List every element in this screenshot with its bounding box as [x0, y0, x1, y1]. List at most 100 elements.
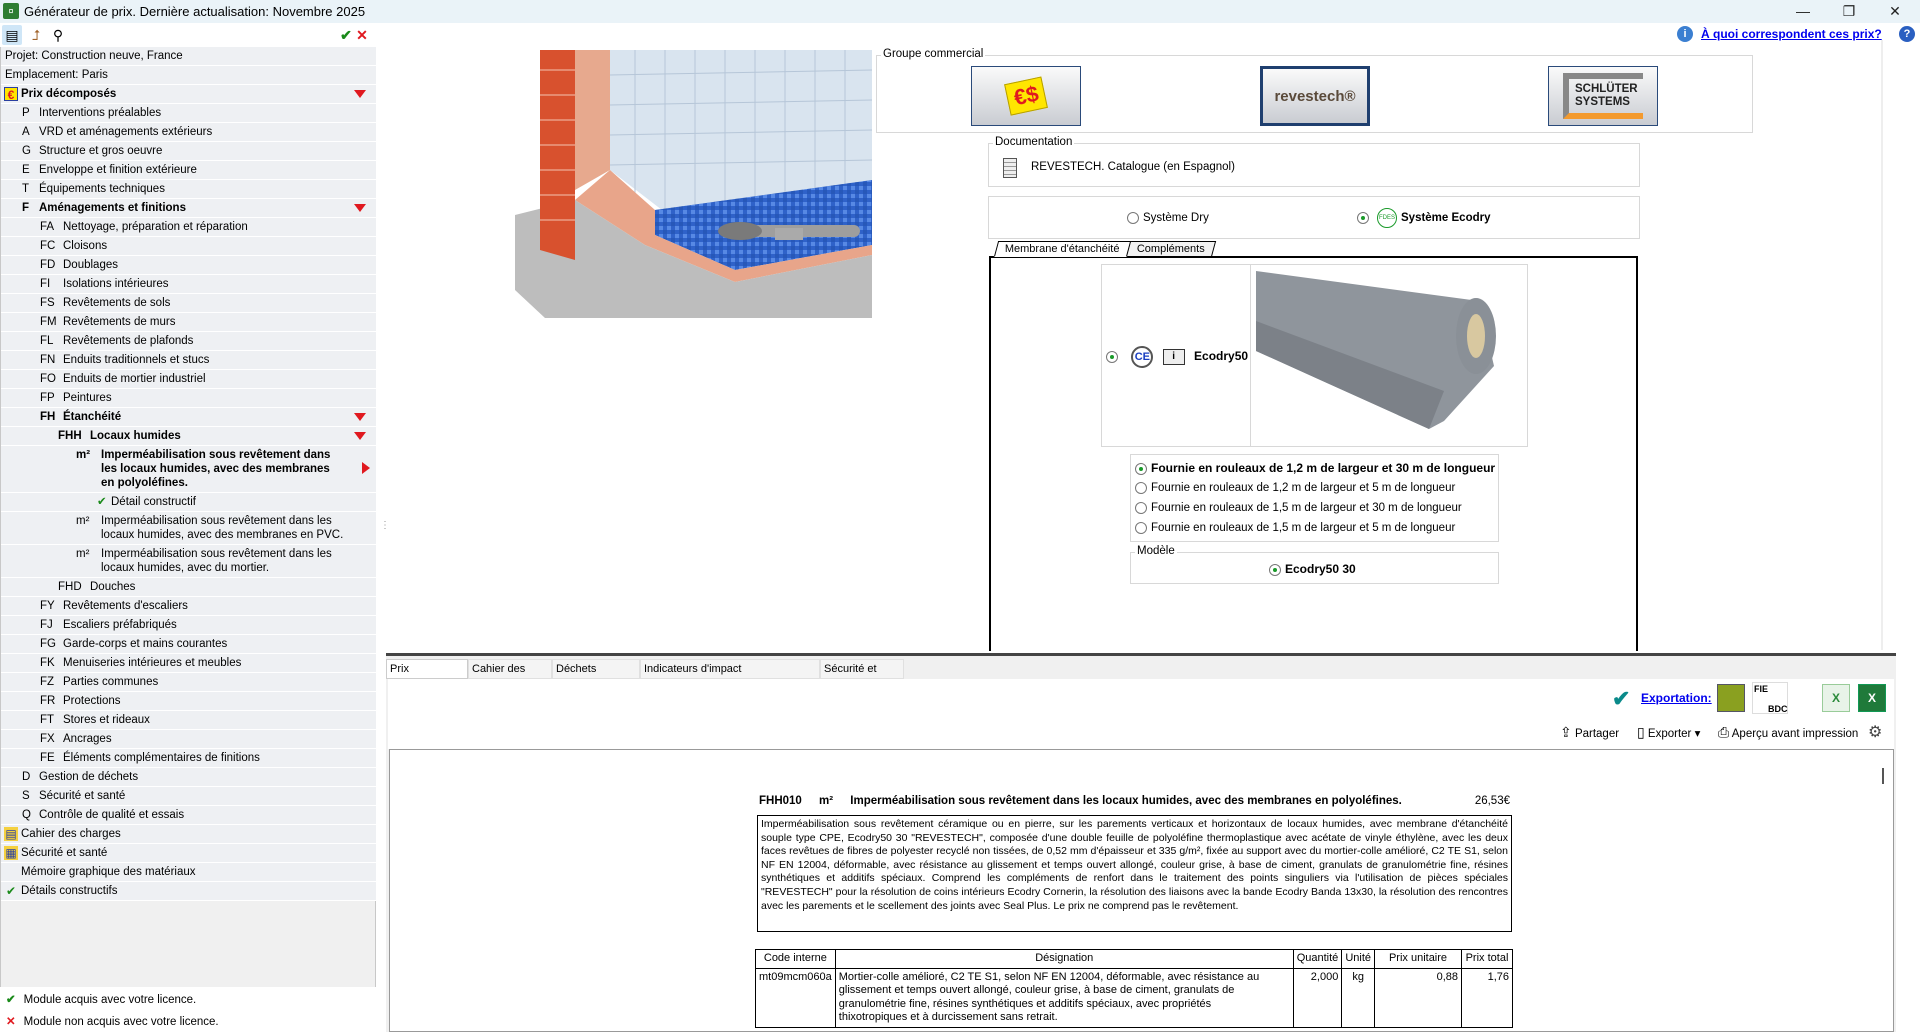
- tree-item[interactable]: FT Stores et rideaux: [1, 711, 376, 730]
- option-radio[interactable]: Fournie en rouleaux de 1,2 m de largeur …: [1135, 458, 1495, 478]
- settings-gear-icon[interactable]: ⚙: [1868, 722, 1882, 742]
- tree-item-code: FG: [40, 638, 56, 650]
- tree-item[interactable]: FS Revêtements de sols: [1, 294, 376, 313]
- tree-item[interactable]: FG Garde-corps et mains courantes: [1, 635, 376, 654]
- report-scrollbar[interactable]: [1882, 768, 1884, 784]
- collapse-arrow-icon[interactable]: [354, 204, 366, 212]
- excel-light-icon[interactable]: X: [1822, 684, 1850, 712]
- export-fie-bdc-icon[interactable]: FIE BDC: [1752, 682, 1788, 714]
- model-radio[interactable]: Ecodry50 30: [1269, 559, 1356, 579]
- list-view-icon[interactable]: ▤: [2, 25, 22, 45]
- print-preview-label: Aperçu avant impression: [1731, 728, 1859, 740]
- restore-button[interactable]: ❐: [1826, 0, 1872, 23]
- tree-item[interactable]: FX Ancrages: [1, 730, 376, 749]
- tree-item[interactable]: FY Revêtements d'escaliers: [1, 597, 376, 616]
- tree-item[interactable]: FHH Locaux humides: [1, 427, 376, 446]
- collapse-arrow-icon[interactable]: [354, 432, 366, 440]
- tree-item[interactable]: G Structure et gros oeuvre: [1, 142, 376, 161]
- fie-label: FIE: [1754, 684, 1769, 694]
- tab-complements-label: Compléments: [1136, 243, 1205, 255]
- exportation-link[interactable]: Exportation:: [1641, 691, 1712, 705]
- tree-item[interactable]: ▤ Cahier des charges: [1, 825, 376, 844]
- scrollbar[interactable]: [1881, 40, 1883, 650]
- legend-acquired: ✔ Module acquis avec votre licence.: [6, 992, 196, 1006]
- option-label: Fournie en rouleaux de 1,2 m de largeur …: [1151, 482, 1456, 494]
- schluter-button[interactable]: SCHLÜTER SYSTEMS: [1548, 66, 1658, 126]
- minimize-button[interactable]: —: [1780, 0, 1826, 23]
- export-calc-icon[interactable]: [1717, 684, 1745, 712]
- tree-item[interactable]: FM Revêtements de murs: [1, 313, 376, 332]
- tree-item[interactable]: E Enveloppe et finition extérieure: [1, 161, 376, 180]
- generic-price-button[interactable]: €$: [971, 66, 1081, 126]
- tree-item[interactable]: FN Enduits traditionnels et stucs: [1, 351, 376, 370]
- option-radio[interactable]: Fournie en rouleaux de 1,5 m de largeur …: [1135, 498, 1494, 518]
- revestech-button[interactable]: revestech®: [1260, 66, 1370, 126]
- tree-item[interactable]: ▦ Sécurité et santé: [1, 844, 376, 863]
- tree-item[interactable]: FL Revêtements de plafonds: [1, 332, 376, 351]
- tab-prix-decompose[interactable]: Prix décomposé: [386, 659, 468, 694]
- tree-item[interactable]: FZ Parties communes: [1, 673, 376, 692]
- tree-item[interactable]: FE Éléments complémentaires de finitions: [1, 749, 376, 768]
- catalogue-icon[interactable]: [1003, 158, 1017, 178]
- tree-item[interactable]: Q Contrôle de qualité et essais: [1, 806, 376, 825]
- binoculars-search-icon[interactable]: ⚲: [48, 25, 68, 45]
- tree-item-label: Éléments complémentaires de finitions: [63, 752, 260, 764]
- price-info-link[interactable]: À quoi correspondent ces prix?: [1701, 27, 1882, 41]
- tree-item[interactable]: FC Cloisons: [1, 237, 376, 256]
- tab-complements[interactable]: Compléments: [1125, 241, 1217, 257]
- tree-item[interactable]: FA Nettoyage, préparation et réparation: [1, 218, 376, 237]
- tree-item[interactable]: ✔ Détail constructif: [1, 493, 376, 512]
- print-preview-button[interactable]: ⎙ Aperçu avant impression: [1718, 724, 1858, 741]
- up-level-icon[interactable]: ⮥: [26, 25, 46, 45]
- tree-item[interactable]: m² Imperméabilisation sous revêtement dan…: [1, 545, 376, 578]
- tree-item[interactable]: FR Protections: [1, 692, 376, 711]
- tree-item[interactable]: FH Étanchéité: [1, 408, 376, 427]
- report-header: FHH010 m² Imperméabilisation sous revête…: [759, 795, 1510, 807]
- tab-cahier-des-charges[interactable]: Cahier des charges: [468, 659, 552, 694]
- tree-item[interactable]: FJ Escaliers préfabriqués: [1, 616, 376, 635]
- option-radio[interactable]: Fournie en rouleaux de 1,2 m de largeur …: [1135, 478, 1494, 498]
- datasheet-book-icon[interactable]: i: [1162, 349, 1185, 365]
- tree-item[interactable]: FP Peintures: [1, 389, 376, 408]
- tree-item[interactable]: FI Isolations intérieures: [1, 275, 376, 294]
- product-card[interactable]: CE i Ecodry50: [1101, 264, 1528, 447]
- tree-item[interactable]: S Sécurité et santé: [1, 787, 376, 806]
- option-radio[interactable]: Fournie en rouleaux de 1,5 m de largeur …: [1135, 518, 1494, 538]
- tree-item[interactable]: m² Imperméabilisation sous revêtement dan…: [1, 512, 376, 545]
- tree-item[interactable]: FK Menuiseries intérieures et meubles: [1, 654, 376, 673]
- cross-icon: ✕: [6, 1016, 16, 1028]
- tree-item[interactable]: T Équipements techniques: [1, 180, 376, 199]
- tree-item[interactable]: Emplacement: Paris: [1, 66, 376, 85]
- share-button[interactable]: ⇪ Partager: [1560, 724, 1619, 741]
- cancel-icon[interactable]: ✕: [352, 25, 372, 45]
- tree-item[interactable]: Projet: Construction neuve, France: [1, 47, 376, 66]
- close-button[interactable]: ✕: [1872, 0, 1918, 23]
- tab-impact-environnemental[interactable]: Indicateurs d'impact environnemental: [640, 659, 820, 694]
- expand-right-arrow-icon[interactable]: [362, 462, 370, 474]
- system-ecodry-radio[interactable]: FDES Système Ecodry: [1357, 208, 1491, 228]
- tree-item-label: Isolations intérieures: [63, 278, 169, 290]
- tab-dechets[interactable]: Déchets générés: [552, 659, 640, 694]
- tree-item[interactable]: Mémoire graphique des matériaux: [1, 863, 376, 882]
- tree-item[interactable]: FHD Douches: [1, 578, 376, 597]
- tree-item[interactable]: € Prix décomposés: [1, 85, 376, 104]
- catalogue-link[interactable]: REVESTECH. Catalogue (en Espagnol): [1031, 161, 1235, 173]
- help-icon[interactable]: ?: [1899, 26, 1915, 42]
- collapse-arrow-icon[interactable]: [354, 413, 366, 421]
- tree-item[interactable]: ✔ Détails constructifs: [1, 882, 376, 901]
- tab-membrane[interactable]: Membrane d'étanchéité: [993, 241, 1131, 257]
- tree-item[interactable]: F Aménagements et finitions: [1, 199, 376, 218]
- tab-securite-sante[interactable]: Sécurité et santé: [820, 659, 904, 694]
- tree-item[interactable]: A VRD et aménagements extérieurs: [1, 123, 376, 142]
- tree-item[interactable]: D Gestion de déchets: [1, 768, 376, 787]
- collapse-arrow-icon[interactable]: [354, 90, 366, 98]
- tree-item[interactable]: P Interventions préalables: [1, 104, 376, 123]
- export-dropdown[interactable]: ▯ Exporter ▾: [1637, 724, 1700, 741]
- system-dry-radio[interactable]: Système Dry: [1127, 208, 1209, 228]
- tree-item[interactable]: FD Doublages: [1, 256, 376, 275]
- product-radio[interactable]: CE i Ecodry50: [1106, 346, 1248, 368]
- excel-icon[interactable]: X: [1858, 684, 1886, 712]
- tree-item[interactable]: m² Imperméabilisation sous revêtement dan…: [1, 446, 376, 493]
- tree-item[interactable]: FO Enduits de mortier industriel: [1, 370, 376, 389]
- splitter-handle[interactable]: ⋮: [380, 520, 390, 531]
